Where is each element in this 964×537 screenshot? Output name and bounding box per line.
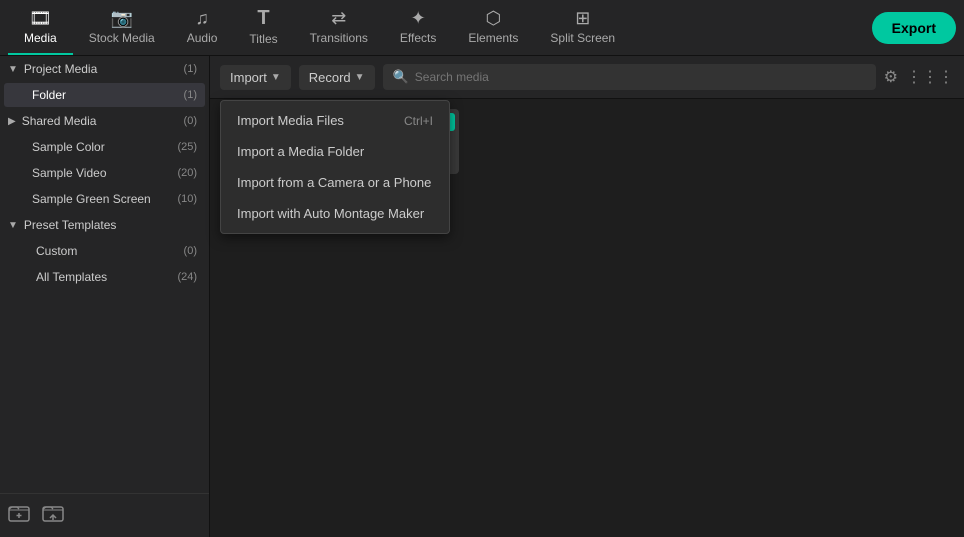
chevron-down-icon-2: ▼ xyxy=(8,220,18,231)
sidebar-bottom xyxy=(0,493,209,537)
folder-label: Folder xyxy=(32,88,184,102)
sidebar-item-sample-color[interactable]: Sample Color (25) xyxy=(4,135,205,159)
dropdown-item-import-camera[interactable]: Import from a Camera or a Phone xyxy=(221,167,449,198)
export-button[interactable]: Export xyxy=(872,12,956,44)
nav-item-titles[interactable]: T Titles xyxy=(233,0,293,55)
folder-count: (1) xyxy=(184,89,197,101)
stock-icon: 📷 xyxy=(110,9,132,27)
splitscreen-icon: ⊞ xyxy=(575,9,590,27)
titles-icon: T xyxy=(257,8,269,28)
all-templates-count: (24) xyxy=(177,271,197,283)
sample-color-label: Sample Color xyxy=(32,140,177,154)
sidebar-item-all-templates[interactable]: All Templates (24) xyxy=(4,265,205,289)
import-montage-label: Import with Auto Montage Maker xyxy=(237,206,424,221)
sample-video-count: (20) xyxy=(177,167,197,179)
toolbar: Import ▼ Record ▼ 🔍 ⚙ ⋮⋮⋮ Import Media F… xyxy=(210,56,964,99)
sidebar-section-shared-media[interactable]: ▶ Shared Media (0) xyxy=(0,108,209,134)
effects-icon: ✦ xyxy=(411,9,426,27)
sidebar-item-sample-video[interactable]: Sample Video (20) xyxy=(4,161,205,185)
content-area: Import ▼ Record ▼ 🔍 ⚙ ⋮⋮⋮ Import Media F… xyxy=(210,56,964,537)
nav-label-media: Media xyxy=(24,31,57,45)
main-layout: ▼ Project Media (1) Folder (1) ▶ Shared … xyxy=(0,56,964,537)
project-media-count: (1) xyxy=(184,63,197,75)
import-camera-label: Import from a Camera or a Phone xyxy=(237,175,431,190)
nav-label-audio: Audio xyxy=(187,31,218,45)
chevron-down-icon: ▼ xyxy=(8,64,18,75)
shared-media-count: (0) xyxy=(184,115,197,127)
grid-view-icon[interactable]: ⋮⋮⋮ xyxy=(906,67,954,87)
filter-icon[interactable]: ⚙ xyxy=(884,67,898,87)
sample-color-count: (25) xyxy=(177,141,197,153)
sidebar-section-project-media[interactable]: ▼ Project Media (1) xyxy=(0,56,209,82)
nav-item-media[interactable]: 🎞 Media xyxy=(8,0,73,55)
custom-count: (0) xyxy=(184,245,197,257)
import-label: Import xyxy=(230,70,267,85)
search-input[interactable] xyxy=(415,70,866,84)
sidebar: ▼ Project Media (1) Folder (1) ▶ Shared … xyxy=(0,56,210,537)
import-files-label: Import Media Files xyxy=(237,113,344,128)
search-icon: 🔍 xyxy=(393,69,409,85)
dropdown-item-import-folder[interactable]: Import a Media Folder xyxy=(221,136,449,167)
media-icon: 🎞 xyxy=(29,9,52,27)
section-label-shared-media: Shared Media xyxy=(22,114,184,128)
import-button[interactable]: Import ▼ xyxy=(220,65,291,90)
sample-green-count: (10) xyxy=(177,193,197,205)
section-label-project-media: Project Media xyxy=(24,62,184,76)
audio-icon: ♫ xyxy=(195,9,209,27)
section-label-preset-templates: Preset Templates xyxy=(24,218,201,232)
nav-item-audio[interactable]: ♫ Audio xyxy=(171,0,234,55)
top-nav: 🎞 Media 📷 Stock Media ♫ Audio T Titles ⇄… xyxy=(0,0,964,56)
record-label: Record xyxy=(309,70,351,85)
chevron-right-icon: ▶ xyxy=(8,116,16,127)
nav-label-effects: Effects xyxy=(400,31,436,45)
custom-label: Custom xyxy=(36,244,184,258)
transitions-icon: ⇄ xyxy=(331,9,346,27)
nav-label-transitions: Transitions xyxy=(310,31,368,45)
sidebar-section-preset-templates[interactable]: ▼ Preset Templates xyxy=(0,212,209,238)
record-arrow-icon: ▼ xyxy=(355,72,365,83)
import-arrow-icon: ▼ xyxy=(271,72,281,83)
new-folder-icon[interactable] xyxy=(8,502,30,529)
import-files-shortcut: Ctrl+I xyxy=(404,114,433,128)
import-folder-icon[interactable] xyxy=(42,502,64,529)
elements-icon: ⬡ xyxy=(486,9,502,27)
sidebar-item-folder[interactable]: Folder (1) xyxy=(4,83,205,107)
nav-label-elements: Elements xyxy=(468,31,518,45)
all-templates-label: All Templates xyxy=(36,270,177,284)
nav-item-stock[interactable]: 📷 Stock Media xyxy=(73,0,171,55)
sample-green-label: Sample Green Screen xyxy=(32,192,177,206)
dropdown-item-import-montage[interactable]: Import with Auto Montage Maker xyxy=(221,198,449,229)
nav-item-effects[interactable]: ✦ Effects xyxy=(384,0,452,55)
search-bar: 🔍 xyxy=(383,64,876,90)
nav-item-splitscreen[interactable]: ⊞ Split Screen xyxy=(534,0,631,55)
nav-item-transitions[interactable]: ⇄ Transitions xyxy=(294,0,384,55)
nav-item-elements[interactable]: ⬡ Elements xyxy=(452,0,534,55)
nav-label-stock: Stock Media xyxy=(89,31,155,45)
sidebar-item-custom[interactable]: Custom (0) xyxy=(4,239,205,263)
import-folder-label: Import a Media Folder xyxy=(237,144,364,159)
nav-label-splitscreen: Split Screen xyxy=(550,31,615,45)
nav-label-titles: Titles xyxy=(249,32,277,46)
sidebar-item-sample-green[interactable]: Sample Green Screen (10) xyxy=(4,187,205,211)
sample-video-label: Sample Video xyxy=(32,166,177,180)
import-dropdown-menu: Import Media Files Ctrl+I Import a Media… xyxy=(220,100,450,234)
dropdown-item-import-files[interactable]: Import Media Files Ctrl+I xyxy=(221,105,449,136)
record-button[interactable]: Record ▼ xyxy=(299,65,375,90)
